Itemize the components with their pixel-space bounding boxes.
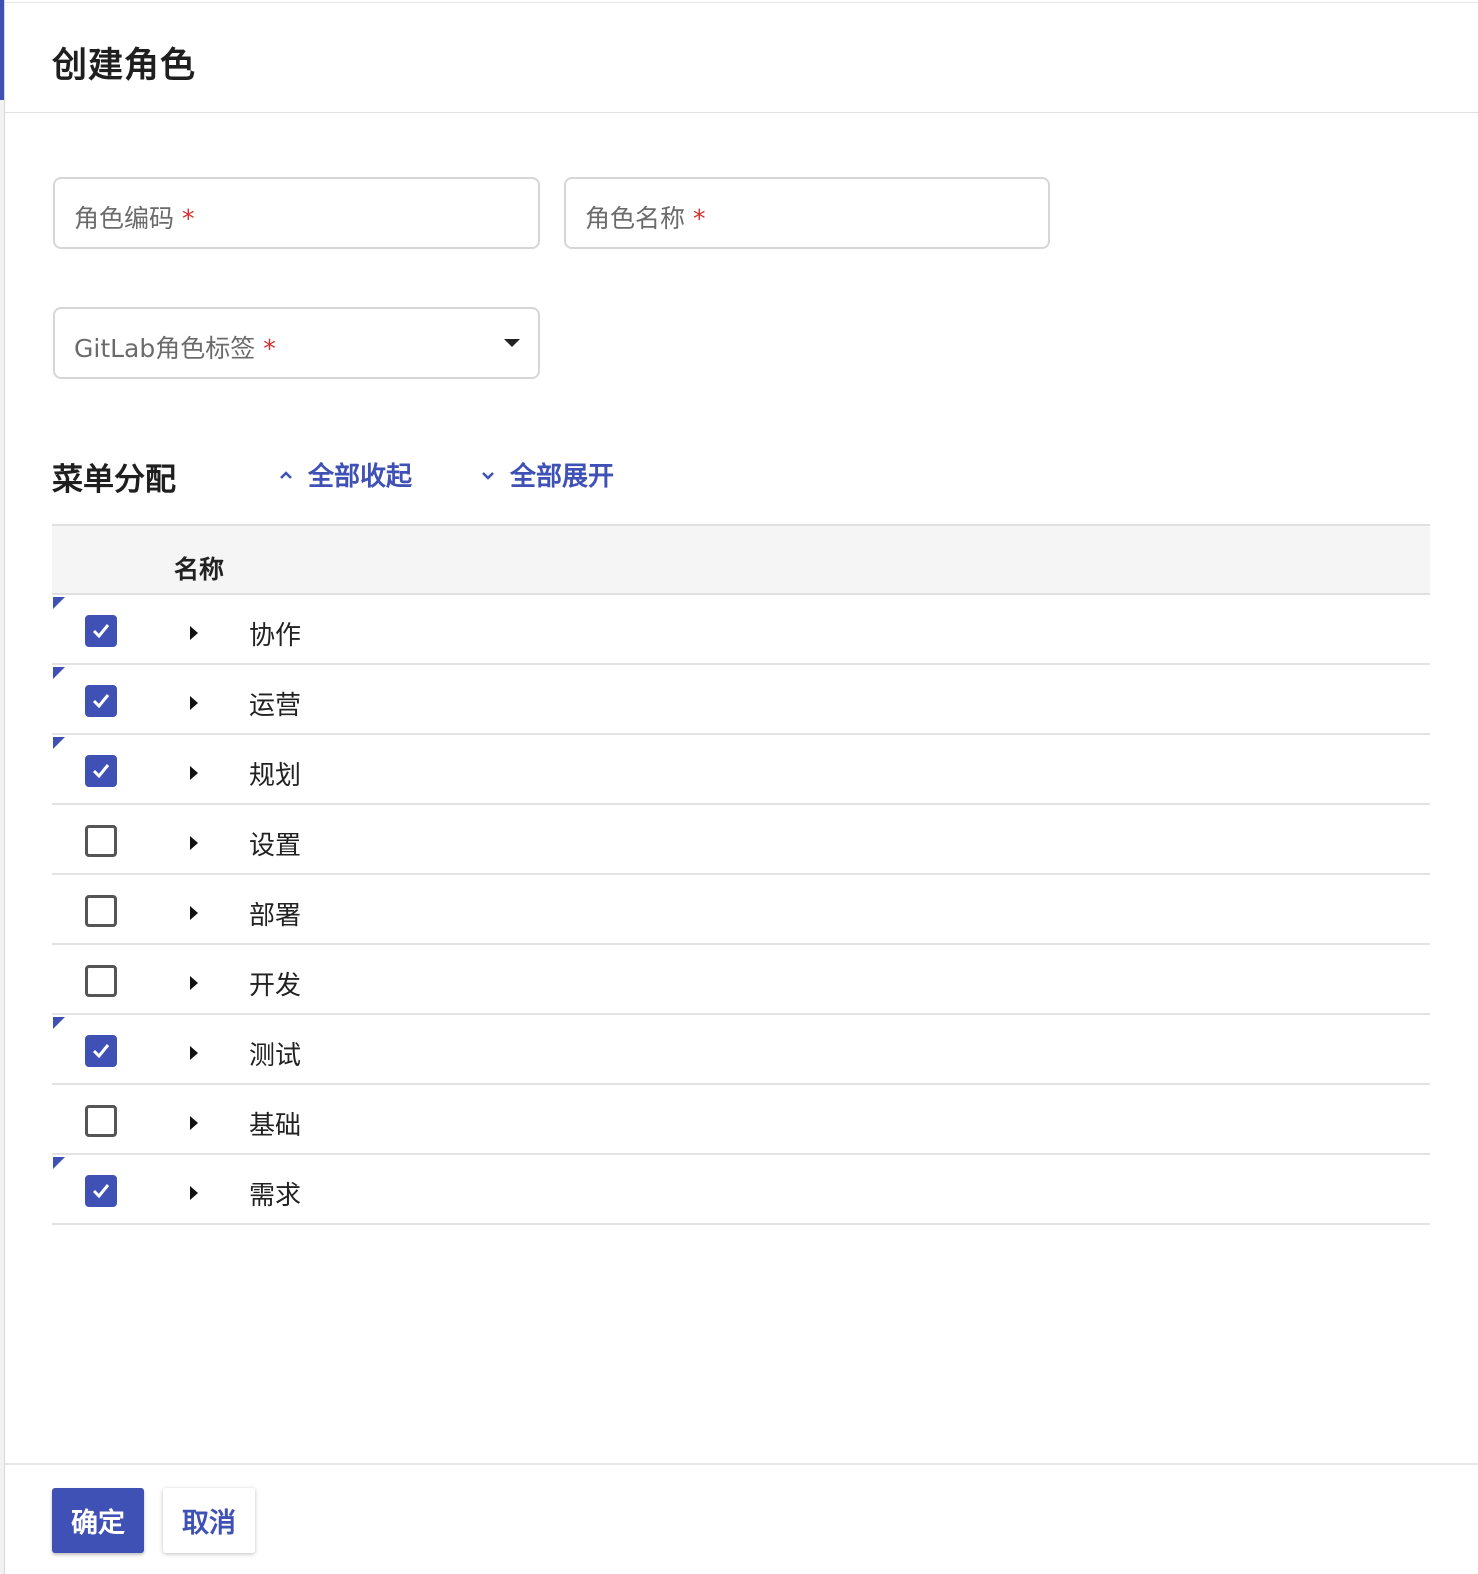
- row-label: 规划: [249, 761, 302, 791]
- dialog-title: 创建角色: [52, 46, 197, 86]
- table-row[interactable]: 需求: [52, 1155, 1430, 1225]
- table-row[interactable]: 部署: [52, 875, 1430, 945]
- collapse-all-button[interactable]: 全部收起: [274, 456, 412, 493]
- expand-arrow-icon[interactable]: [190, 766, 198, 780]
- selected-corner-marker: [53, 1017, 65, 1029]
- checkmark-icon: [92, 1184, 110, 1199]
- checkmark-icon: [92, 1044, 110, 1059]
- expand-all-button[interactable]: 全部展开: [476, 456, 614, 493]
- chevron-down-icon: [476, 463, 500, 487]
- row-checkbox[interactable]: [85, 685, 117, 717]
- selected-corner-marker: [53, 667, 65, 679]
- row-label: 协作: [249, 621, 302, 651]
- row-checkbox[interactable]: [85, 895, 117, 927]
- dropdown-caret-icon: [504, 339, 520, 347]
- row-label: 开发: [249, 971, 302, 1001]
- row-label: 运营: [249, 691, 302, 721]
- expand-arrow-icon[interactable]: [190, 1046, 198, 1060]
- row-checkbox[interactable]: [85, 825, 117, 857]
- gitlab-role-tag-select[interactable]: GitLab角色标签 *: [53, 307, 540, 379]
- table-row[interactable]: 协作: [52, 595, 1430, 665]
- expand-arrow-icon[interactable]: [190, 1116, 198, 1130]
- row-checkbox[interactable]: [85, 1105, 117, 1137]
- chevron-up-icon: [274, 463, 298, 487]
- gitlab-role-tag-label: GitLab角色标签 *: [74, 334, 276, 363]
- row-label: 需求: [249, 1181, 302, 1211]
- checkmark-icon: [92, 694, 110, 709]
- confirm-button[interactable]: 确定: [52, 1488, 144, 1553]
- row-checkbox[interactable]: [85, 1175, 117, 1207]
- create-role-dialog: 创建角色 角色编码 * 角色名称 * GitLab角色标签 * 菜单分配 全部收起 全…: [0, 0, 1478, 1574]
- required-mark: *: [182, 204, 195, 233]
- checkmark-icon: [92, 764, 110, 779]
- expand-all-label: 全部展开: [510, 462, 615, 492]
- role-code-field[interactable]: 角色编码 *: [53, 177, 540, 249]
- row-label: 基础: [249, 1111, 302, 1141]
- expand-arrow-icon[interactable]: [190, 626, 198, 640]
- expand-arrow-icon[interactable]: [190, 906, 198, 920]
- table-body: 协作运营规划设置部署开发测试基础需求: [52, 595, 1430, 1225]
- selected-corner-marker: [53, 597, 65, 609]
- required-mark: *: [693, 204, 706, 233]
- menu-tree-table: 名称 协作运营规划设置部署开发测试基础需求: [52, 524, 1430, 1225]
- row-label: 测试: [249, 1041, 302, 1071]
- selected-corner-marker: [53, 1157, 65, 1169]
- menu-assignment-title: 菜单分配: [52, 462, 176, 498]
- table-row[interactable]: 运营: [52, 665, 1430, 735]
- collapse-all-label: 全部收起: [308, 462, 413, 492]
- column-header-name: 名称: [174, 555, 225, 584]
- table-row[interactable]: 规划: [52, 735, 1430, 805]
- selected-corner-marker: [53, 737, 65, 749]
- table-row[interactable]: 开发: [52, 945, 1430, 1015]
- cancel-button[interactable]: 取消: [163, 1488, 255, 1553]
- table-row[interactable]: 设置: [52, 805, 1430, 875]
- expand-arrow-icon[interactable]: [190, 976, 198, 990]
- row-label: 部署: [249, 901, 302, 931]
- role-code-label: 角色编码 *: [74, 204, 195, 233]
- row-checkbox[interactable]: [85, 615, 117, 647]
- role-name-label: 角色名称 *: [585, 204, 706, 233]
- table-header: 名称: [52, 524, 1430, 595]
- row-checkbox[interactable]: [85, 965, 117, 997]
- role-name-field[interactable]: 角色名称 *: [564, 177, 1050, 249]
- left-background-edge: [0, 0, 5, 1574]
- left-accent-bar: [0, 0, 4, 100]
- expand-arrow-icon[interactable]: [190, 836, 198, 850]
- required-mark: *: [263, 334, 276, 363]
- expand-arrow-icon[interactable]: [190, 1186, 198, 1200]
- row-checkbox[interactable]: [85, 755, 117, 787]
- checkmark-icon: [92, 624, 110, 639]
- expand-arrow-icon[interactable]: [190, 696, 198, 710]
- table-row[interactable]: 基础: [52, 1085, 1430, 1155]
- row-label: 设置: [249, 831, 302, 861]
- row-checkbox[interactable]: [85, 1035, 117, 1067]
- dialog-header: 创建角色: [5, 3, 1478, 113]
- table-row[interactable]: 测试: [52, 1015, 1430, 1085]
